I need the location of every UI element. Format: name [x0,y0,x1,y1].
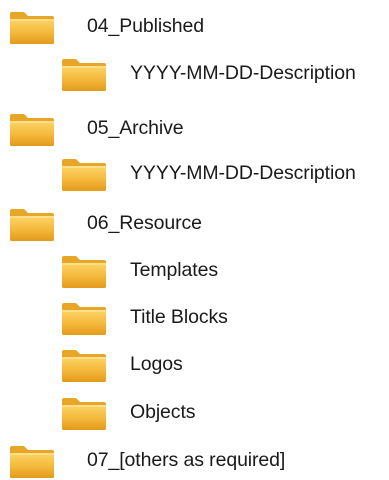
folder-icon [60,396,108,432]
tree-row-label: Templates [130,259,218,281]
tree-row-label: 04_Published [87,15,204,37]
folder-icon [60,157,108,193]
tree-row-label: YYYY-MM-DD-Description [130,162,356,184]
folder-icon [8,10,56,46]
folder-icon [60,348,108,384]
folder-icon [8,207,56,243]
folder-icon [8,444,56,480]
folder-icon [60,57,108,93]
tree-row-label: Logos [130,353,183,375]
tree-row-label: 06_Resource [87,212,202,234]
tree-row-label: YYYY-MM-DD-Description [130,62,356,84]
tree-row-label: Title Blocks [130,306,228,328]
folder-icon [8,112,56,148]
tree-row-label: 05_Archive [87,117,184,139]
folder-icon [60,301,108,337]
folder-icon [60,254,108,290]
folder-tree: 04_Published YYYY-MM-DD-Description 05_A… [0,0,389,480]
tree-row-label: 07_[others as required] [87,449,286,471]
tree-row-label: Objects [130,401,196,423]
